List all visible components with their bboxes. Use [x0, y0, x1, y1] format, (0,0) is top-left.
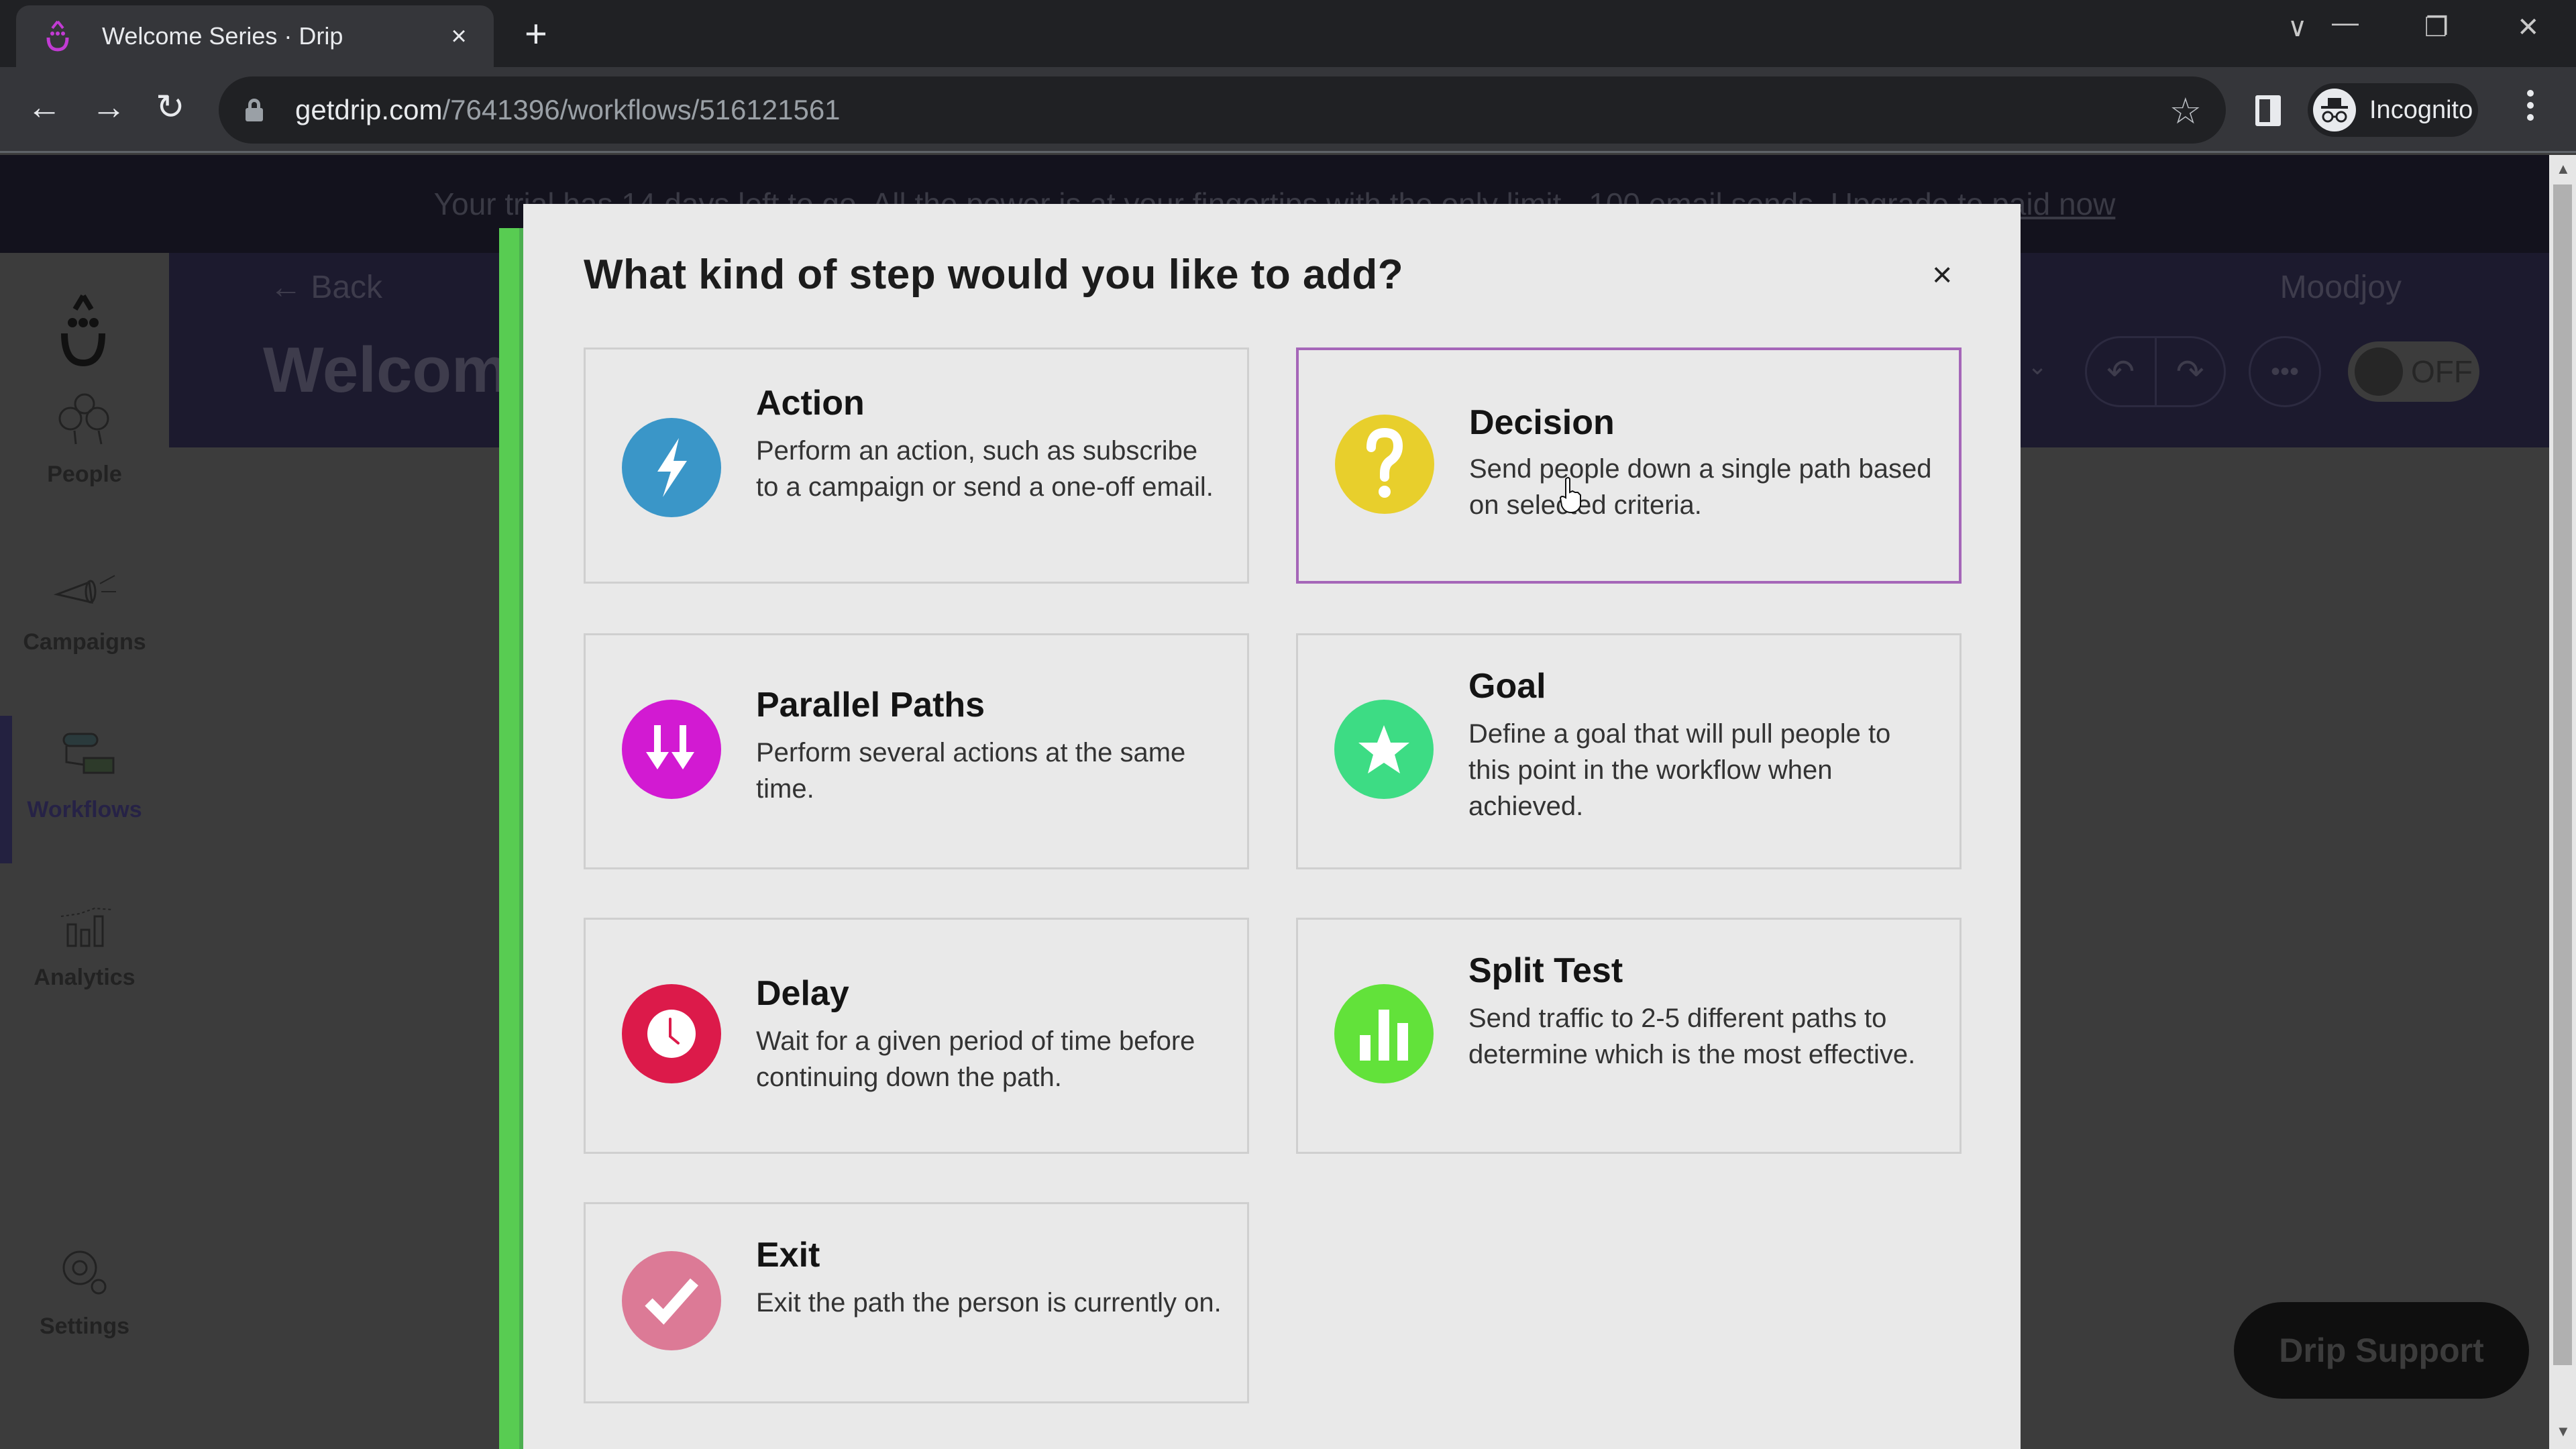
incognito-icon — [2313, 89, 2356, 131]
step-title: Exit — [756, 1236, 820, 1275]
undo-redo-group: ↶ ↷ — [2085, 336, 2226, 407]
browser-toolbar: ← → ↻ getdrip.com/7641396/workflows/5161… — [0, 67, 2576, 153]
incognito-profile-button[interactable]: Incognito — [2308, 83, 2478, 137]
tab-title: Welcome Series · Drip — [102, 22, 343, 50]
sidebar-label: Workflows — [27, 797, 142, 822]
scrollbar-thumb[interactable] — [2553, 184, 2572, 1365]
hand-cursor-icon — [1559, 477, 1581, 514]
browser-tab-bar: Welcome Series · Drip × + ∨ — ❐ ✕ — [0, 0, 2576, 67]
workflow-icon — [62, 733, 115, 774]
step-description: Perform several actions at the same time… — [756, 738, 1186, 804]
step-title: Delay — [756, 974, 849, 1013]
scroll-down-icon[interactable]: ▼ — [2556, 1423, 2571, 1440]
step-description: Wait for a given period of time before c… — [756, 1026, 1195, 1092]
checkmark-icon — [622, 1251, 721, 1350]
step-option-delay[interactable]: Delay Wait for a given period of time be… — [584, 918, 1249, 1154]
step-description: Send people down a single path based on … — [1469, 454, 1932, 520]
lock-icon[interactable] — [246, 99, 263, 121]
lightning-icon — [622, 418, 721, 517]
restore-icon[interactable]: ❐ — [2424, 12, 2449, 43]
sidebar-item-campaigns[interactable]: Campaigns — [0, 541, 169, 676]
back-arrow-icon[interactable]: ← — [27, 87, 62, 127]
step-description: Perform an action, such as subscribe to … — [756, 436, 1214, 502]
step-option-exit[interactable]: Exit Exit the path the person is current… — [584, 1202, 1249, 1403]
drip-favicon-icon — [46, 20, 69, 52]
sidebar-item-people[interactable]: People — [0, 374, 169, 508]
window-close-icon[interactable]: ✕ — [2517, 12, 2540, 43]
sidebar-label: People — [47, 462, 122, 487]
star-icon — [1334, 700, 1434, 799]
incognito-label: Incognito — [2369, 95, 2473, 124]
parallel-arrows-icon — [622, 700, 721, 799]
analytics-icon — [60, 907, 113, 947]
page-scrollbar[interactable]: ▲ ▼ — [2549, 155, 2576, 1449]
chevron-down-icon[interactable]: ⌄ — [2027, 352, 2047, 380]
sidebar-item-analytics[interactable]: Analytics — [0, 877, 169, 1011]
app-sidebar: People Campaigns Workflows Analytics Set… — [0, 253, 169, 1449]
bookmark-star-icon[interactable]: ☆ — [2169, 90, 2202, 132]
side-panel-icon[interactable] — [2255, 95, 2281, 126]
account-name[interactable]: Moodjoy — [2280, 269, 2402, 306]
step-option-goal[interactable]: Goal Define a goal that will pull people… — [1296, 633, 1962, 869]
workflow-active-toggle[interactable]: OFF — [2348, 341, 2479, 402]
toggle-label: OFF — [2411, 354, 2473, 389]
drip-logo-icon[interactable] — [52, 290, 114, 371]
undo-icon[interactable]: ↶ — [2087, 338, 2157, 405]
back-link[interactable]: ← Back — [270, 269, 382, 306]
sidebar-label: Campaigns — [23, 629, 146, 655]
reload-icon[interactable]: ↻ — [156, 87, 185, 127]
gear-icon — [62, 1250, 107, 1295]
step-description: Define a goal that will pull people to t… — [1468, 719, 1891, 821]
step-option-split-test[interactable]: Split Test Send traffic to 2-5 different… — [1296, 918, 1962, 1154]
step-title: Decision — [1469, 403, 1615, 442]
close-icon[interactable]: × — [1932, 258, 1952, 292]
address-bar[interactable]: getdrip.com/7641396/workflows/516121561 … — [219, 76, 2226, 144]
scroll-up-icon[interactable]: ▲ — [2556, 160, 2571, 178]
tab-search-icon[interactable]: ∨ — [2288, 12, 2307, 43]
new-tab-button[interactable]: + — [525, 15, 547, 54]
step-title: Split Test — [1468, 951, 1623, 990]
step-title: Parallel Paths — [756, 686, 985, 724]
url-host: getdrip.com — [295, 94, 443, 125]
workflow-canvas-edge — [499, 228, 523, 1449]
bar-chart-icon — [1334, 984, 1434, 1083]
megaphone-icon — [53, 575, 116, 604]
more-options-button[interactable]: ••• — [2249, 336, 2321, 407]
minimize-icon[interactable]: — — [2332, 8, 2359, 38]
redo-icon[interactable]: ↷ — [2157, 338, 2224, 405]
modal-title: What kind of step would you like to add? — [584, 252, 1404, 298]
people-icon — [58, 393, 109, 445]
step-title: Action — [756, 384, 865, 423]
browser-menu-icon[interactable] — [2524, 90, 2537, 121]
step-option-action[interactable]: Action Perform an action, such as subscr… — [584, 347, 1249, 584]
step-description: Send traffic to 2-5 different paths to d… — [1468, 1004, 1916, 1069]
browser-tab[interactable]: Welcome Series · Drip × — [16, 5, 494, 67]
sidebar-label: Settings — [39, 1313, 130, 1339]
url-path: /7641396/workflows/516121561 — [442, 94, 841, 125]
toggle-knob — [2355, 347, 2403, 396]
question-icon — [1335, 415, 1434, 514]
step-option-decision[interactable]: Decision Send people down a single path … — [1296, 347, 1962, 584]
step-option-parallel-paths[interactable]: Parallel Paths Perform several actions a… — [584, 633, 1249, 869]
sidebar-item-workflows[interactable]: Workflows — [0, 709, 169, 863]
sidebar-item-settings[interactable]: Settings — [0, 1226, 169, 1360]
sidebar-label: Analytics — [34, 965, 136, 990]
tab-close-icon[interactable]: × — [443, 21, 475, 52]
clock-icon — [622, 984, 721, 1083]
drip-support-button[interactable]: Drip Support — [2234, 1302, 2529, 1399]
forward-arrow-icon[interactable]: → — [91, 87, 126, 127]
step-description: Exit the path the person is currently on… — [756, 1288, 1222, 1318]
add-step-modal: What kind of step would you like to add?… — [523, 204, 2021, 1449]
step-title: Goal — [1468, 667, 1546, 706]
